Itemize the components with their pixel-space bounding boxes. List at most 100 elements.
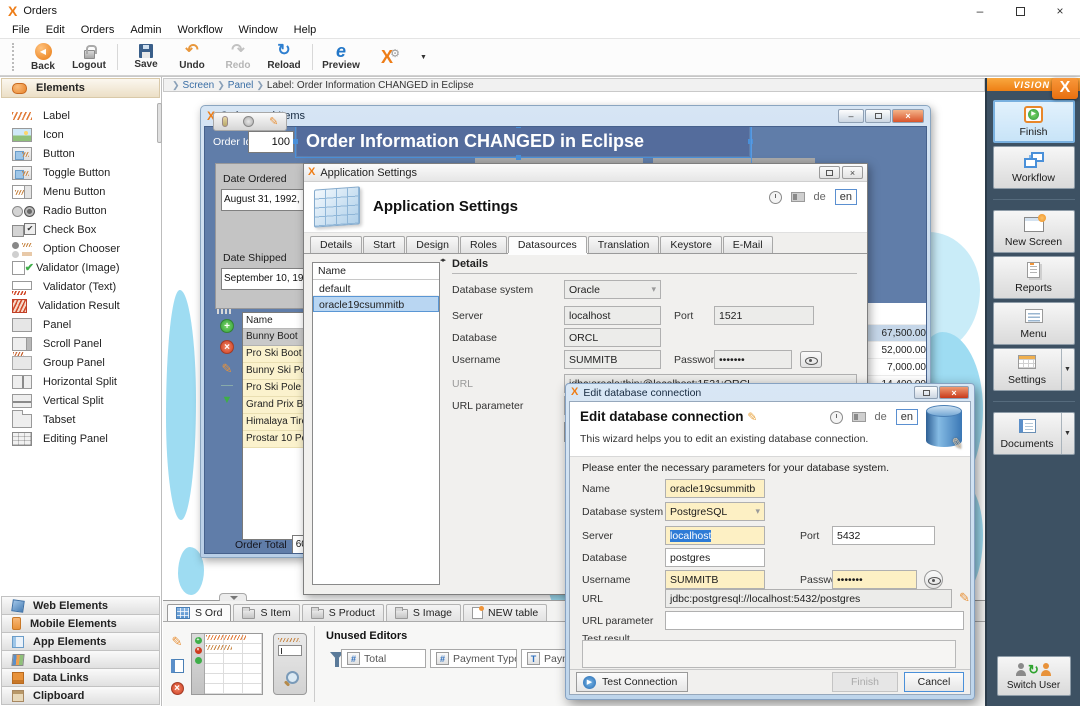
- save-button[interactable]: Save: [123, 39, 169, 75]
- tab-datasources[interactable]: Datasources: [508, 236, 587, 253]
- section-clipboard[interactable]: Clipboard: [1, 686, 160, 705]
- palette-item-label[interactable]: Label: [0, 106, 161, 125]
- palette-item-validator-image[interactable]: Validator (Image): [0, 258, 161, 277]
- undo-button[interactable]: ↶ Undo: [169, 39, 215, 75]
- menu-admin[interactable]: Admin: [122, 24, 169, 36]
- palette-item-validator-text[interactable]: Validator (Text): [0, 277, 161, 296]
- tab-new-table[interactable]: NEW table: [463, 604, 547, 621]
- close-button[interactable]: ×: [1040, 0, 1080, 22]
- edit-url-pencil-icon[interactable]: ✎: [959, 590, 970, 606]
- table-row[interactable]: Bunny Ski Pole: [243, 363, 307, 380]
- database-field[interactable]: postgres: [665, 548, 765, 567]
- server-field[interactable]: localhost: [665, 526, 765, 545]
- history-icon[interactable]: [769, 191, 782, 204]
- palette-item-tabset[interactable]: Tabset: [0, 410, 161, 429]
- section-dashboard[interactable]: Dashboard: [1, 650, 160, 669]
- tab-details[interactable]: Details: [310, 236, 362, 253]
- editor-widget-thumbnail[interactable]: [273, 633, 307, 695]
- table-row[interactable]: Grand Prix Bicycle: [243, 397, 307, 414]
- flag-icon[interactable]: [791, 192, 805, 202]
- section-data-links[interactable]: Data Links: [1, 668, 160, 687]
- history-icon[interactable]: [830, 411, 843, 424]
- username-field[interactable]: SUMMITB: [564, 350, 661, 369]
- editor-chip-total[interactable]: # Total: [341, 649, 426, 668]
- close-button[interactable]: ×: [842, 166, 863, 179]
- database-system-select[interactable]: Oracle: [564, 280, 661, 299]
- export-button[interactable]: ▼: [222, 394, 233, 406]
- lang-de[interactable]: de: [814, 191, 826, 203]
- menu-orders[interactable]: Orders: [73, 24, 123, 36]
- server-field[interactable]: localhost: [564, 306, 661, 325]
- tab-keystore[interactable]: Keystore: [660, 236, 721, 253]
- username-field[interactable]: SUMMITB: [665, 570, 765, 589]
- splitter-arrows-icon[interactable]: ◂▸: [440, 256, 445, 264]
- palette-item-validation-result[interactable]: Validation Result: [0, 296, 161, 315]
- section-app-elements[interactable]: App Elements: [1, 632, 160, 651]
- close-button[interactable]: ×: [939, 386, 969, 399]
- maximize-button[interactable]: [865, 109, 891, 123]
- palette-item-panel[interactable]: Panel: [0, 315, 161, 334]
- menu-file[interactable]: File: [4, 24, 38, 36]
- close-button[interactable]: ×: [892, 109, 924, 123]
- password-field[interactable]: •••••••: [832, 570, 917, 589]
- price-cell[interactable]: [862, 303, 927, 325]
- breadcrumb-screen[interactable]: Screen: [183, 80, 215, 91]
- panel-collapse-handle[interactable]: [219, 593, 247, 601]
- settings-dropdown-arrow[interactable]: ▼: [1061, 349, 1074, 390]
- maximize-button[interactable]: [819, 166, 840, 179]
- menu-button[interactable]: Menu: [993, 302, 1075, 345]
- minimize-button[interactable]: –: [838, 109, 864, 123]
- show-password-button[interactable]: [924, 570, 943, 589]
- port-field[interactable]: 5432: [832, 526, 935, 545]
- reports-button[interactable]: Reports: [993, 256, 1075, 299]
- menu-window[interactable]: Window: [231, 24, 286, 36]
- edit-dialog-titlebar[interactable]: X Edit database connection ×: [566, 384, 974, 401]
- maximize-button[interactable]: [914, 386, 938, 399]
- date-shipped-field[interactable]: September 10, 1992: [221, 268, 311, 290]
- section-mobile-elements[interactable]: Mobile Elements: [1, 614, 160, 633]
- visionx-menu-button[interactable]: X⚙: [364, 39, 410, 75]
- date-ordered-field[interactable]: August 31, 1992, 12: [221, 189, 311, 211]
- tab-roles[interactable]: Roles: [460, 236, 507, 253]
- lang-de[interactable]: de: [875, 411, 887, 423]
- datasource-row-oracle19csummitb[interactable]: oracle19csummitb: [313, 296, 439, 312]
- tab-email[interactable]: E-Mail: [723, 236, 773, 253]
- lang-en[interactable]: en: [896, 409, 918, 425]
- palette-item-radio-button[interactable]: Radio Button: [0, 201, 161, 220]
- palette-item-menu-button[interactable]: Menu Button: [0, 182, 161, 201]
- maximize-button[interactable]: [1000, 0, 1040, 22]
- new-screen-button[interactable]: New Screen: [993, 210, 1075, 253]
- table-widget-thumbnail[interactable]: + ×: [191, 633, 263, 695]
- cancel-button[interactable]: Cancel: [904, 672, 964, 692]
- palette-item-check-box[interactable]: Check Box: [0, 220, 161, 239]
- order-id-field[interactable]: 100: [248, 131, 294, 153]
- palette-item-icon[interactable]: Icon: [0, 125, 161, 144]
- delete-row-button[interactable]: ×: [220, 340, 234, 354]
- menu-edit[interactable]: Edit: [38, 24, 73, 36]
- lang-en[interactable]: en: [835, 189, 857, 205]
- tab-s-item[interactable]: S Item: [233, 604, 299, 621]
- visionx-logo[interactable]: X: [1052, 78, 1078, 99]
- table-row[interactable]: Himalaya Tires: [243, 414, 307, 431]
- logout-button[interactable]: Logout: [66, 39, 112, 75]
- disable-icon[interactable]: [243, 116, 254, 127]
- database-system-select[interactable]: PostgreSQL: [665, 502, 765, 521]
- edit-pencil-icon[interactable]: ✎: [269, 115, 278, 128]
- url-parameter-field[interactable]: [665, 611, 964, 630]
- tab-s-ord[interactable]: S Ord: [167, 604, 231, 621]
- password-field[interactable]: •••••••: [714, 350, 792, 369]
- tab-translation[interactable]: Translation: [588, 236, 660, 253]
- table-row[interactable]: Pro Ski Pole: [243, 380, 307, 397]
- datasource-row-default[interactable]: default: [313, 280, 439, 296]
- toolbar-dropdown-caret[interactable]: ▼: [420, 54, 427, 61]
- edit-pencil-icon[interactable]: ✎: [172, 634, 183, 650]
- add-row-button[interactable]: +: [220, 319, 234, 333]
- table-row[interactable]: Bunny Boot: [243, 329, 307, 346]
- price-cell[interactable]: 7,000.00: [862, 359, 927, 376]
- palette-item-option-chooser[interactable]: Option Chooser: [0, 239, 161, 258]
- switch-user-button[interactable]: ↻ Switch User: [997, 656, 1071, 696]
- palette-item-editing-panel[interactable]: Editing Panel: [0, 429, 161, 448]
- tab-start[interactable]: Start: [363, 236, 405, 253]
- show-password-button[interactable]: [800, 351, 822, 368]
- workflow-button[interactable]: Workflow: [993, 146, 1075, 189]
